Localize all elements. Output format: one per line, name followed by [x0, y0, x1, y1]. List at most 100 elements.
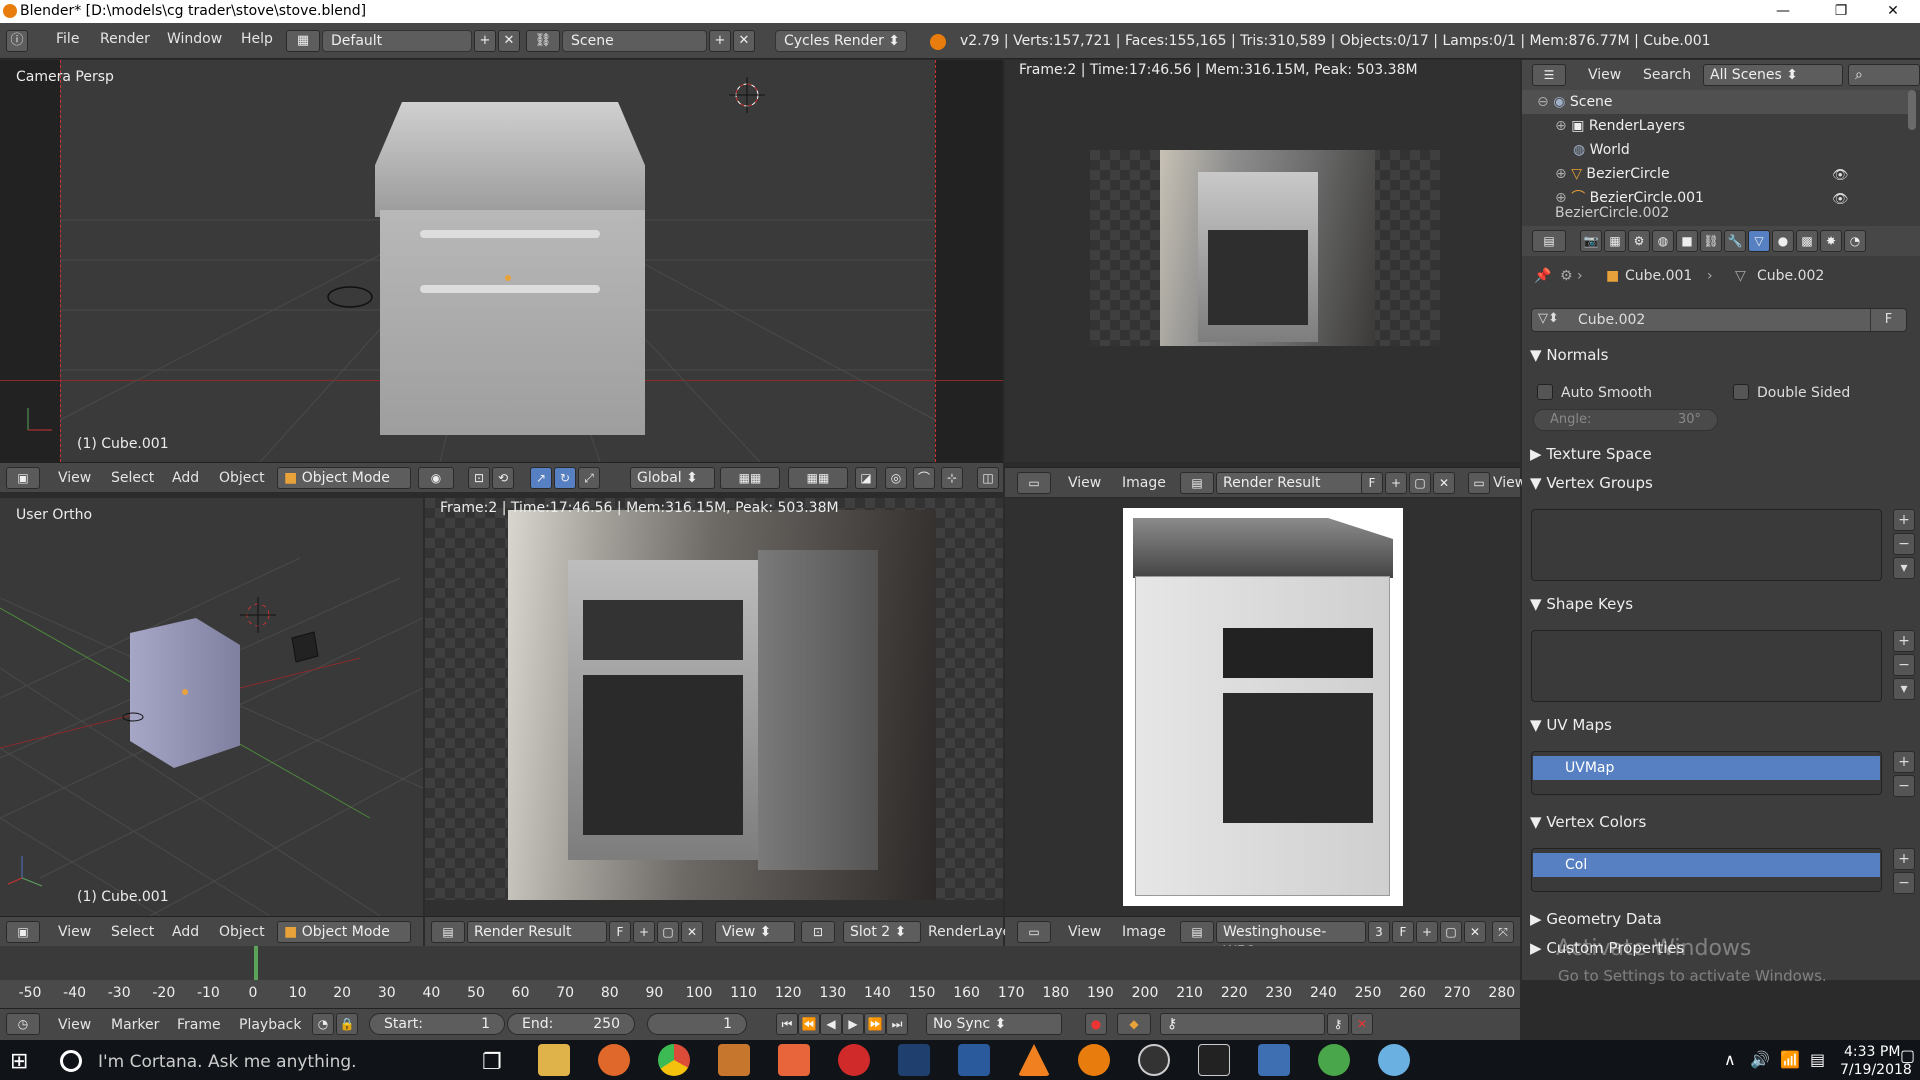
outliner-item-renderlayers[interactable]: ⊕ ▣ RenderLayers [1555, 114, 1685, 138]
editor-type-icon[interactable]: ▣ [6, 921, 40, 943]
windows-start-icon[interactable]: ⊞ [10, 1049, 28, 1074]
manipulator-icon[interactable]: ⟲ [492, 467, 514, 489]
menu-search[interactable]: Search [1643, 67, 1691, 83]
render-preview-icon[interactable]: ◫ [977, 467, 999, 489]
add-scene-icon[interactable]: + [709, 30, 731, 52]
play-reverse-icon[interactable]: ◀ [820, 1013, 842, 1035]
photoshop-active-icon[interactable] [958, 1044, 990, 1076]
menu-render[interactable]: Render [100, 31, 150, 47]
3d-cursor-icon[interactable] [238, 595, 278, 635]
current-frame-field[interactable]: 1 [647, 1013, 747, 1035]
pin-icon[interactable]: 📌 [1534, 268, 1551, 284]
lock-range-icon[interactable]: 🔒 [336, 1013, 358, 1035]
editor-type-icon[interactable]: ▭ [1017, 472, 1051, 494]
panel-geometry-data-header[interactable]: ▶ Geometry Data [1530, 906, 1910, 932]
vertex-color-row[interactable]: Col [1533, 853, 1880, 877]
view-select[interactable]: View ⬍ [715, 921, 795, 943]
image-browse-icon[interactable]: ▤ [431, 921, 465, 943]
layers-icon[interactable]: ▦▦ [720, 467, 780, 489]
render-layer-label[interactable]: RenderLayer [928, 924, 1017, 940]
firefox-icon[interactable] [598, 1044, 630, 1076]
visibility-eye-icon[interactable]: 👁 [1832, 168, 1849, 183]
particles-tab-icon[interactable]: ✸ [1820, 230, 1842, 252]
vertex-group-menu-icon[interactable]: ▾ [1893, 557, 1915, 579]
new-image-icon[interactable]: + [1416, 921, 1438, 943]
opera-icon[interactable] [838, 1044, 870, 1076]
double-sided-checkbox[interactable] [1733, 384, 1749, 400]
jump-keyframe-forward-icon[interactable]: ⏩ [864, 1013, 886, 1035]
add-shape-key-icon[interactable]: + [1893, 630, 1915, 652]
menu-object[interactable]: Object [219, 924, 265, 940]
add-vertex-group-icon[interactable]: + [1893, 509, 1915, 531]
image-name-field[interactable]: Westinghouse-WFG... [1216, 921, 1366, 960]
image-editor-middle[interactable]: Frame:2 | Time:17:46.56 | Mem:316.15M, P… [425, 498, 1003, 916]
record-icon[interactable]: ● [1085, 1013, 1107, 1035]
panel-vertex-colors-header[interactable]: ▼ Vertex Colors [1530, 809, 1910, 835]
scene-field[interactable]: Scene [562, 30, 707, 52]
translate-icon[interactable]: ↗ [530, 467, 552, 489]
menu-image[interactable]: Image [1122, 924, 1166, 940]
world-tab-icon[interactable]: ◍ [1652, 230, 1674, 252]
menu-marker[interactable]: Marker [111, 1017, 159, 1033]
menu-image[interactable]: Image [1122, 475, 1166, 491]
shape-keys-list[interactable] [1531, 630, 1882, 702]
app-window-icon[interactable] [1258, 1044, 1290, 1076]
volume-icon[interactable]: 🔊 [1750, 1050, 1770, 1069]
maximize-button[interactable]: ❐ [1818, 0, 1864, 23]
menu-playback[interactable]: Playback [239, 1017, 301, 1033]
new-image-icon[interactable]: + [633, 921, 655, 943]
current-frame-line[interactable] [254, 946, 258, 980]
blender-taskbar-icon[interactable] [1078, 1044, 1110, 1076]
layout-field[interactable]: Default [322, 30, 472, 52]
clock-time[interactable]: 4:33 PM [1844, 1044, 1900, 1060]
remove-vertex-group-icon[interactable]: − [1893, 533, 1915, 555]
menu-object[interactable]: Object [219, 470, 265, 486]
menu-add[interactable]: Add [172, 470, 199, 486]
snap-icon[interactable]: ⌒ [913, 467, 935, 489]
cortana-icon[interactable] [60, 1050, 82, 1072]
menu-view[interactable]: View [58, 470, 91, 486]
editor-type-icon[interactable]: ☰ [1532, 64, 1566, 86]
outliner-item-scene[interactable]: ⊖ ◉ Scene [1537, 90, 1613, 114]
view-icon[interactable]: ▭ [1468, 472, 1490, 494]
menu-view[interactable]: View [1068, 475, 1101, 491]
start-frame-field[interactable]: Start: 1 [369, 1013, 505, 1035]
user-count[interactable]: 3 [1368, 921, 1390, 943]
auto-smooth-checkbox[interactable] [1537, 384, 1553, 400]
fake-user-button[interactable]: F [1361, 472, 1383, 494]
image-editor-bottom-right[interactable] [1005, 498, 1520, 916]
remove-shape-key-icon[interactable]: − [1893, 654, 1915, 676]
editor-type-icon[interactable]: ▭ [1017, 921, 1051, 943]
stove-model-body[interactable] [380, 210, 645, 435]
menu-view[interactable]: View [58, 1017, 91, 1033]
xampp-icon[interactable] [778, 1044, 810, 1076]
menu-file[interactable]: File [56, 31, 79, 47]
shading-select-icon[interactable]: ◉ [418, 467, 454, 489]
play-icon[interactable]: ▶ [842, 1013, 864, 1035]
app-balloon-icon[interactable] [1378, 1044, 1410, 1076]
open-image-icon[interactable]: ▢ [657, 921, 679, 943]
lock-layers-icon[interactable]: ◪ [855, 467, 877, 489]
search-input[interactable]: ⌕ [1848, 64, 1920, 86]
insert-keyframe-icon[interactable]: ⚷ [1327, 1013, 1349, 1035]
wifi-icon[interactable]: 📶 [1780, 1050, 1800, 1069]
texture-tab-icon[interactable]: ▩ [1796, 230, 1818, 252]
sync-mode-select[interactable]: No Sync ⬍ [926, 1013, 1062, 1035]
render-tab-icon[interactable]: 📷 [1580, 230, 1602, 252]
scale-icon[interactable]: ⤢ [578, 467, 600, 489]
viewport-camera-persp[interactable]: Camera Persp (1) Cube.001 [0, 60, 1003, 462]
menu-frame[interactable]: Frame [177, 1017, 221, 1033]
constraints-tab-icon[interactable]: ⛓ [1700, 230, 1722, 252]
layers-icon[interactable]: ▦▦ [788, 467, 848, 489]
layers-tab-icon[interactable]: ▦ [1604, 230, 1626, 252]
end-frame-field[interactable]: End: 250 [507, 1013, 635, 1035]
panel-vertex-groups-header[interactable]: ▼ Vertex Groups [1530, 470, 1910, 496]
display-mode-select[interactable]: All Scenes ⬍ [1703, 64, 1843, 86]
menu-window[interactable]: Window [167, 31, 222, 47]
fake-user-button[interactable]: F [1392, 921, 1414, 943]
steam-icon[interactable] [1138, 1044, 1170, 1076]
jump-end-icon[interactable]: ⏭ [886, 1013, 908, 1035]
image-editor-top[interactable]: Frame:2 | Time:17:46.56 | Mem:316.15M, P… [1005, 60, 1520, 462]
action-center-icon[interactable]: ▢ [1900, 1046, 1915, 1065]
rotate-icon[interactable]: ↻ [554, 467, 576, 489]
